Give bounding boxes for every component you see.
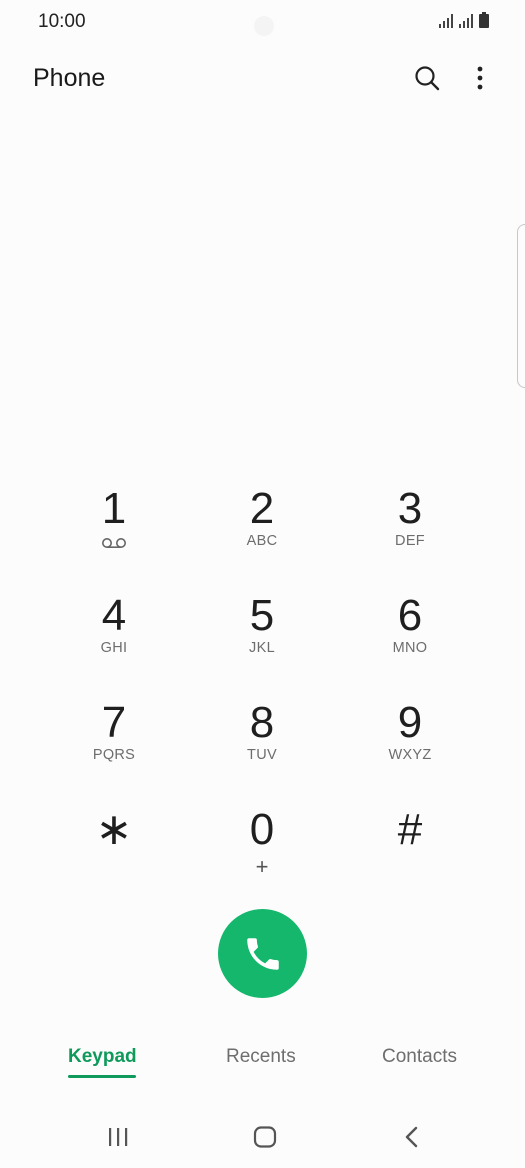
home-button[interactable] — [245, 1122, 285, 1152]
tab-recents[interactable]: Recents — [226, 1046, 296, 1068]
bottom-tabs: Keypad Recents Contacts — [0, 1040, 525, 1084]
app-bar: Phone — [0, 52, 525, 100]
front-camera — [254, 16, 274, 36]
key-digit: 9 — [397, 698, 423, 747]
key-star[interactable]: ∗ — [40, 804, 188, 911]
key-digit: 1 — [101, 484, 127, 533]
key-letters: DEF — [395, 533, 425, 549]
key-digit: ∗ — [95, 805, 133, 854]
key-8[interactable]: 8 TUV — [188, 697, 336, 804]
search-icon — [415, 66, 440, 91]
search-button[interactable] — [409, 60, 445, 96]
status-bar: 10:00 — [0, 0, 525, 44]
key-hash[interactable]: # — [336, 804, 484, 911]
key-5[interactable]: 5 JKL — [188, 590, 336, 697]
key-letters: PQRS — [92, 747, 136, 763]
key-6[interactable]: 6 MNO — [336, 590, 484, 697]
recent-apps-button[interactable] — [98, 1122, 138, 1152]
signal-icon — [459, 14, 473, 28]
key-7[interactable]: 7 PQRS — [40, 697, 188, 804]
key-9[interactable]: 9 WXYZ — [336, 697, 484, 804]
dial-keypad: 1 2 ABC 3 DEF 4 GHI 5 JKL 6 MNO 7 PQRS 8… — [40, 483, 485, 911]
key-letters: JKL — [249, 640, 275, 656]
key-letters: GHI — [100, 640, 128, 656]
phone-icon — [246, 937, 279, 970]
call-button[interactable] — [218, 909, 307, 998]
status-time: 10:00 — [38, 11, 86, 32]
key-digit: 3 — [397, 484, 423, 533]
key-digit: 5 — [249, 591, 275, 640]
battery-icon — [479, 12, 489, 28]
key-0[interactable]: 0 + — [188, 804, 336, 911]
key-4[interactable]: 4 GHI — [40, 590, 188, 697]
key-digit: 6 — [397, 591, 423, 640]
back-icon — [405, 1126, 418, 1148]
key-letters: MNO — [392, 640, 428, 656]
key-digit: 8 — [249, 698, 275, 747]
back-button[interactable] — [392, 1122, 432, 1152]
key-digit: 7 — [101, 698, 127, 747]
more-options-button[interactable] — [462, 60, 498, 96]
tab-keypad[interactable]: Keypad — [68, 1046, 137, 1068]
more-vert-icon — [477, 66, 483, 90]
voicemail-icon — [101, 534, 127, 552]
navigation-bar — [0, 1108, 525, 1164]
key-1[interactable]: 1 — [40, 483, 188, 590]
key-2[interactable]: 2 ABC — [188, 483, 336, 590]
key-digit: 4 — [101, 591, 127, 640]
home-icon — [253, 1126, 277, 1148]
key-digit: 0 — [249, 805, 275, 854]
tab-contacts[interactable]: Contacts — [382, 1046, 457, 1068]
key-digit: 2 — [249, 484, 275, 533]
recent-apps-icon — [109, 1128, 128, 1146]
key-digit: # — [397, 805, 423, 854]
key-letters: WXYZ — [388, 747, 432, 763]
key-letters: TUV — [247, 747, 277, 763]
key-letters: + — [255, 854, 269, 879]
signal-icon — [439, 14, 453, 28]
app-title: Phone — [33, 64, 106, 92]
status-icons — [439, 12, 489, 28]
key-letters: ABC — [246, 533, 278, 549]
edge-panel-handle[interactable] — [517, 224, 525, 388]
active-tab-indicator — [68, 1075, 136, 1078]
key-3[interactable]: 3 DEF — [336, 483, 484, 590]
